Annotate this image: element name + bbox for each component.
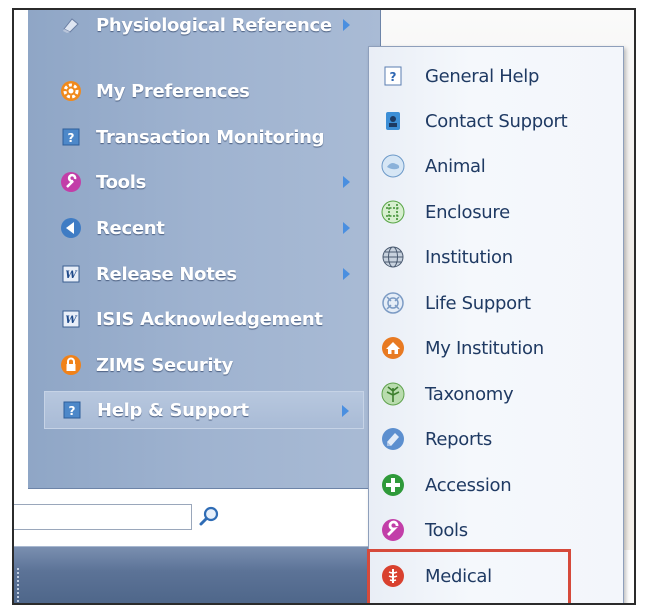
submenu-item-label: General Help xyxy=(425,65,540,87)
enclosure-icon xyxy=(381,200,405,224)
submenu-item-label: Medical xyxy=(425,565,492,587)
submenu-arrow-icon xyxy=(343,19,350,31)
submenu-item-general-help[interactable]: ? General Help xyxy=(369,55,623,97)
menu-item-label: Release Notes xyxy=(96,263,237,285)
submenu-item-medical[interactable]: Medical xyxy=(369,555,623,597)
taskbar-grip[interactable] xyxy=(16,567,20,603)
submenu-item-taxonomy[interactable]: Taxonomy xyxy=(369,373,623,415)
search-button[interactable] xyxy=(194,502,224,532)
search-input[interactable] xyxy=(14,504,192,530)
submenu-item-accession[interactable]: Accession xyxy=(369,464,623,506)
search-bar xyxy=(14,498,234,542)
menu-item-my-preferences[interactable]: My Preferences xyxy=(44,72,364,110)
start-menu: Physiological Reference My Preferences ?… xyxy=(14,10,381,500)
globe-icon xyxy=(381,245,405,269)
submenu-item-life-support[interactable]: Life Support xyxy=(369,282,623,324)
submenu-arrow-icon xyxy=(343,222,350,234)
submenu-item-label: Animal xyxy=(425,155,486,177)
submenu-item-label: Reports xyxy=(425,428,492,450)
svg-text:?: ? xyxy=(69,404,76,418)
word-doc-icon: W xyxy=(60,263,82,285)
svg-text:W: W xyxy=(65,270,78,281)
taxonomy-icon xyxy=(381,382,405,406)
help-support-submenu: ? General Help Contact Support Animal En… xyxy=(367,46,624,603)
svg-text:?: ? xyxy=(68,131,75,145)
back-arrow-icon xyxy=(60,217,82,239)
eraser-icon xyxy=(60,14,82,36)
menu-item-label: Transaction Monitoring xyxy=(96,126,325,148)
submenu-item-label: Accession xyxy=(425,474,512,496)
plus-icon xyxy=(381,473,405,497)
medical-icon xyxy=(381,564,405,588)
menu-item-label: Tools xyxy=(96,171,147,193)
home-icon xyxy=(381,336,405,360)
submenu-item-label: Taxonomy xyxy=(425,383,514,405)
submenu-item-label: Enclosure xyxy=(425,201,510,223)
menu-item-label: Help & Support xyxy=(97,399,249,421)
submenu-item-contact-support[interactable]: Contact Support xyxy=(369,100,623,142)
menu-item-label: Physiological Reference xyxy=(96,14,332,36)
menu-item-label: My Preferences xyxy=(96,80,250,102)
submenu-item-tools[interactable]: Tools xyxy=(369,509,623,551)
submenu-item-label: Life Support xyxy=(425,292,531,314)
menu-item-label: ZIMS Security xyxy=(96,354,234,376)
wrench-icon xyxy=(381,518,405,542)
submenu-item-label: Institution xyxy=(425,246,513,268)
taskbar xyxy=(14,546,374,603)
menu-item-transaction-monitoring[interactable]: ? Transaction Monitoring xyxy=(44,118,364,156)
menu-item-release-notes[interactable]: W Release Notes xyxy=(44,255,364,293)
life-support-icon xyxy=(381,291,405,315)
menu-item-tools[interactable]: Tools xyxy=(44,163,364,201)
submenu-arrow-icon xyxy=(343,176,350,188)
menu-item-label: ISIS Acknowledgement xyxy=(96,308,323,330)
svg-text:?: ? xyxy=(390,70,397,84)
gear-icon xyxy=(60,80,82,102)
wrench-icon xyxy=(60,171,82,193)
search-icon xyxy=(199,506,219,526)
submenu-item-label: Tools xyxy=(425,519,468,541)
submenu-item-label: My Institution xyxy=(425,337,544,359)
menu-item-physiological-reference[interactable]: Physiological Reference xyxy=(44,10,364,44)
screenshot-frame: Physiological Reference My Preferences ?… xyxy=(12,8,636,605)
menu-item-recent[interactable]: Recent xyxy=(44,209,364,247)
submenu-item-label: Contact Support xyxy=(425,110,568,132)
animal-icon xyxy=(381,154,405,178)
submenu-arrow-icon xyxy=(342,405,349,417)
lock-icon xyxy=(60,354,82,376)
help-doc-icon: ? xyxy=(60,126,82,148)
submenu-item-animal[interactable]: Animal xyxy=(369,145,623,187)
submenu-item-my-institution[interactable]: My Institution xyxy=(369,327,623,369)
menu-item-help-support[interactable]: ? Help & Support xyxy=(44,391,364,429)
word-doc-icon: W xyxy=(60,308,82,330)
submenu-arrow-icon xyxy=(343,268,350,280)
menu-item-zims-security[interactable]: ZIMS Security xyxy=(44,346,364,384)
help-doc-icon: ? xyxy=(61,399,83,421)
submenu-item-institution[interactable]: Institution xyxy=(369,236,623,278)
svg-text:W: W xyxy=(65,315,78,326)
menu-item-label: Recent xyxy=(96,217,165,239)
submenu-item-reports[interactable]: Reports xyxy=(369,418,623,460)
menu-item-isis-acknowledgement[interactable]: W ISIS Acknowledgement xyxy=(44,300,364,338)
submenu-item-enclosure[interactable]: Enclosure xyxy=(369,191,623,233)
contact-card-icon xyxy=(381,109,405,133)
reports-icon xyxy=(381,427,405,451)
question-doc-icon: ? xyxy=(381,64,405,88)
